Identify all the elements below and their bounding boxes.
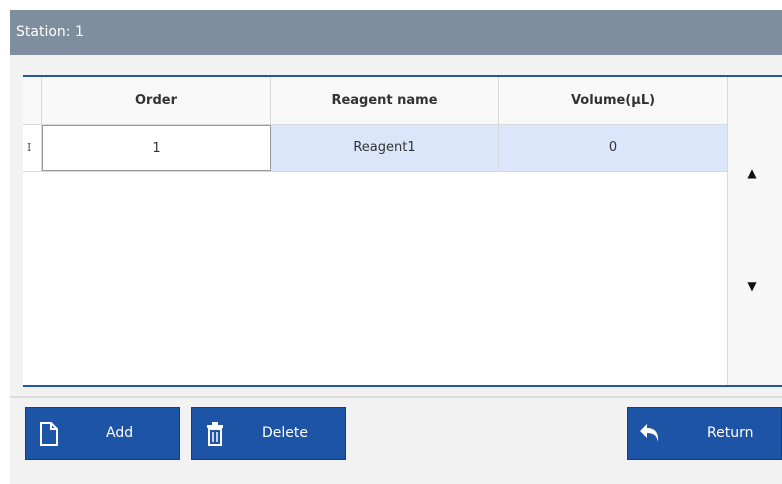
return-button-label: Return xyxy=(707,425,754,441)
return-arrow-icon xyxy=(637,420,665,448)
row-header-indicator[interactable]: I xyxy=(23,125,42,171)
reagent-table-panel: Order Reagent name Volume(µL) I 1 Reagen… xyxy=(23,75,782,387)
window-title: Station: 1 xyxy=(10,10,782,55)
column-header-reagent-name[interactable]: Reagent name xyxy=(271,77,499,124)
document-icon xyxy=(35,420,63,448)
add-button-label: Add xyxy=(106,425,134,441)
reagent-table: Order Reagent name Volume(µL) I 1 Reagen… xyxy=(23,77,728,385)
delete-button-label: Delete xyxy=(262,425,308,441)
scroll-up-button[interactable]: ▲ xyxy=(742,163,762,183)
row-header-corner xyxy=(23,77,42,124)
table-header-row: Order Reagent name Volume(µL) xyxy=(23,77,728,125)
scroll-down-button[interactable]: ▼ xyxy=(742,276,762,296)
reagent-name-cell[interactable]: Reagent1 xyxy=(271,125,499,171)
column-header-order[interactable]: Order xyxy=(42,77,271,124)
return-button[interactable]: Return xyxy=(627,407,782,460)
scroll-panel: ▲ ▼ xyxy=(728,77,782,385)
trash-icon xyxy=(201,420,229,448)
delete-button[interactable]: Delete xyxy=(191,407,346,460)
table-row[interactable]: I 1 Reagent1 0 xyxy=(23,125,728,172)
column-header-volume[interactable]: Volume(µL) xyxy=(499,77,728,124)
volume-cell[interactable]: 0 xyxy=(499,125,728,171)
station-window: Station: 1 Order Reagent name Volume(µL)… xyxy=(10,10,782,484)
footer-divider xyxy=(10,396,782,398)
order-cell[interactable]: 1 xyxy=(42,125,271,171)
add-button[interactable]: Add xyxy=(25,407,180,460)
